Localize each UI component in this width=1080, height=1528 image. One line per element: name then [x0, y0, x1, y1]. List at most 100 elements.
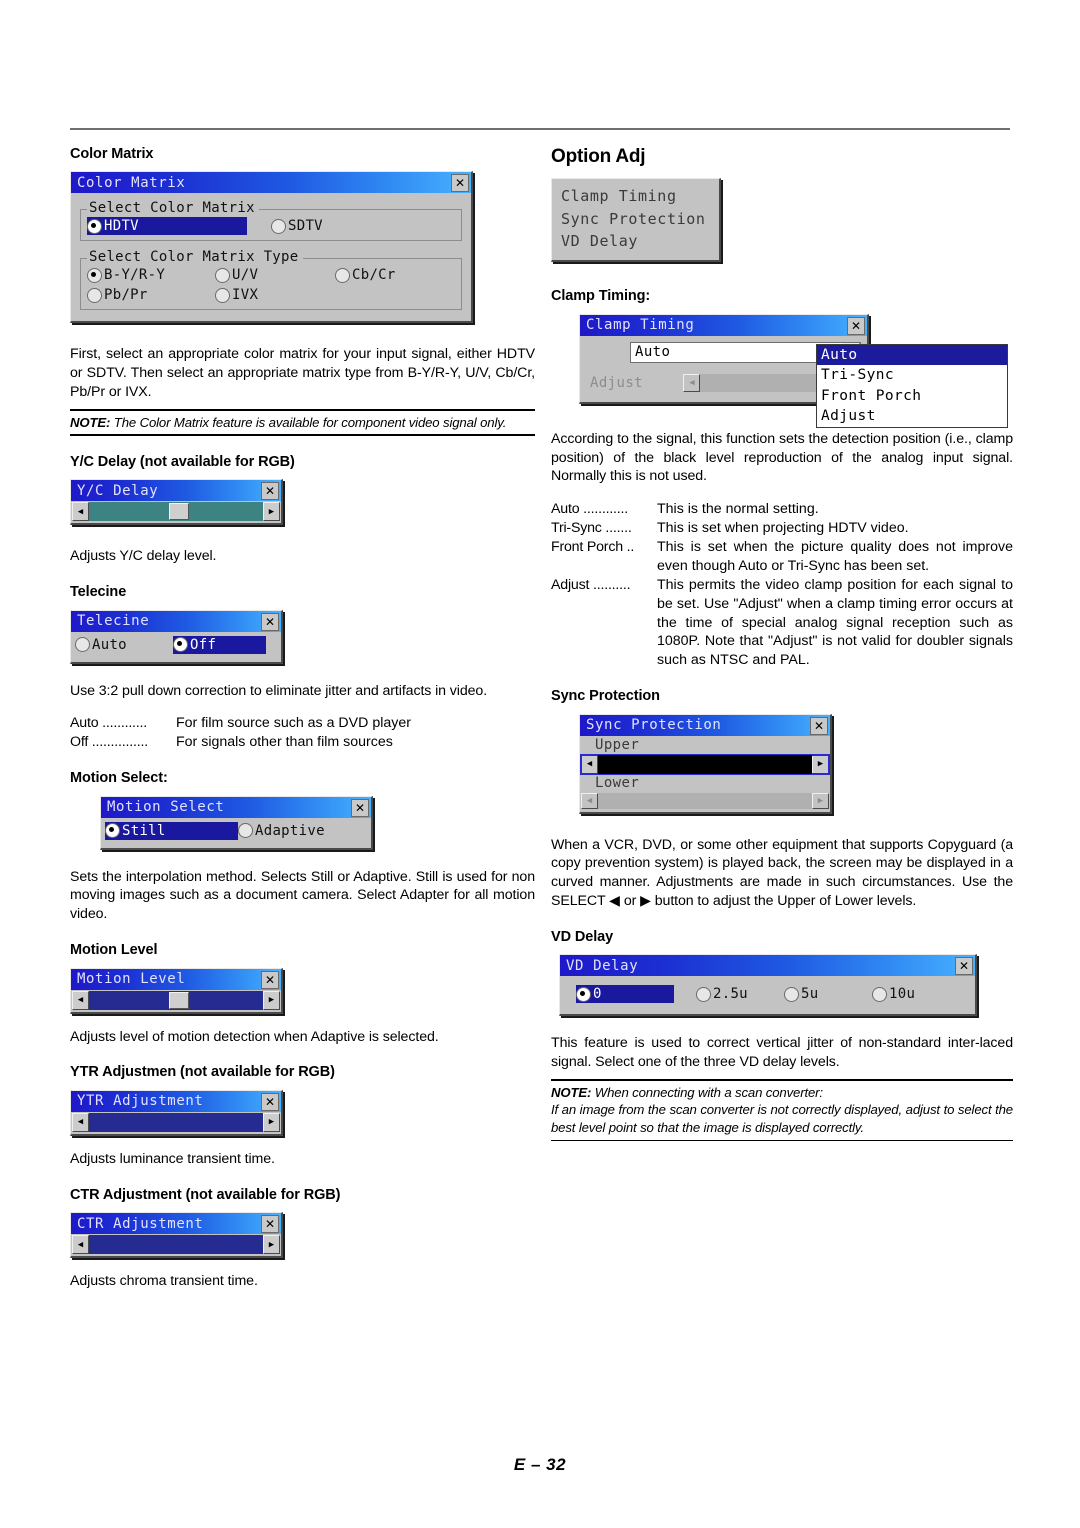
- dialog-titlebar: Color Matrix ✕: [71, 172, 471, 194]
- slider-ytr[interactable]: ◀ ▶: [72, 1112, 280, 1132]
- group-legend: Select Color Matrix Type: [87, 249, 303, 266]
- arrow-right-icon[interactable]: ▶: [263, 1235, 280, 1255]
- radio-label: 5u: [801, 986, 819, 1003]
- close-icon[interactable]: ✕: [351, 798, 369, 817]
- dialog-motion-level: Motion Level ✕ ◀ ▶: [70, 967, 283, 1014]
- radio-hdtv[interactable]: HDTV: [87, 217, 247, 236]
- definition-row: Tri-Sync ....... This is set when projec…: [551, 519, 1013, 538]
- label-upper: Upper: [595, 736, 640, 753]
- close-icon[interactable]: ✕: [451, 174, 469, 193]
- dropdown-option-auto[interactable]: Auto: [817, 344, 1007, 366]
- slider-track[interactable]: [89, 1112, 263, 1132]
- slider-track[interactable]: [598, 792, 812, 809]
- definition-term: Front Porch ..: [551, 539, 635, 555]
- dialog-body: Auto Off: [71, 632, 281, 662]
- slider-thumb[interactable]: [169, 503, 190, 521]
- arrow-left-icon[interactable]: ◀: [72, 1235, 89, 1255]
- slider-track[interactable]: [89, 502, 263, 522]
- close-icon[interactable]: ✕: [261, 612, 279, 631]
- menu-item-sync-protection[interactable]: Sync Protection: [561, 208, 705, 231]
- clamp-timing-description: According to the signal, this function s…: [551, 430, 1013, 485]
- definition-desc: This is set when the picture quality doe…: [657, 539, 1013, 574]
- arrow-right-icon[interactable]: ▶: [263, 990, 280, 1010]
- dialog-titlebar: Sync Protection ✕: [580, 714, 830, 736]
- arrow-right-icon[interactable]: ▶: [812, 792, 829, 809]
- dialog-body: ◀ ▶: [71, 1112, 281, 1134]
- definition-row: Auto ............ This is the normal set…: [551, 500, 1013, 519]
- radio-sdtv[interactable]: SDTV: [271, 217, 327, 235]
- dialog-body: 0 2.5u 5u 10u: [560, 976, 975, 1014]
- radio-label: U/V: [232, 267, 259, 284]
- radio-pbpr[interactable]: Pb/Pr: [87, 286, 215, 304]
- arrow-right-icon[interactable]: ▶: [812, 754, 829, 774]
- radio-uv[interactable]: U/V: [215, 266, 335, 284]
- note-title: When connecting with a scan converter:: [591, 1084, 823, 1100]
- radio-off[interactable]: Off: [173, 635, 266, 654]
- radio-label: HDTV: [103, 217, 143, 236]
- definition-term: Tri-Sync .......: [551, 520, 632, 537]
- radio-label: 10u: [889, 986, 916, 1003]
- radio-10u[interactable]: 10u: [872, 985, 919, 1003]
- close-icon[interactable]: ✕: [261, 970, 279, 989]
- sync-protection-description: When a VCR, DVD, or some other equipment…: [551, 836, 1013, 910]
- section-heading-motion-level: Motion Level: [70, 942, 158, 959]
- definition-row: Adjust .......... This permits the video…: [551, 576, 1013, 670]
- radio-group-type-row2: Pb/Pr IVX: [87, 286, 455, 304]
- radio-dot-icon: [872, 986, 887, 1002]
- dropdown-clamp-timing-options[interactable]: Auto Tri-Sync Front Porch Adjust: [816, 343, 1008, 428]
- definition-desc: This permits the video clamp position fo…: [657, 576, 1013, 669]
- slider-thumb[interactable]: [169, 991, 190, 1009]
- dropdown-option-tri-sync[interactable]: Tri-Sync: [817, 365, 1007, 386]
- menu-item-clamp-timing[interactable]: Clamp Timing: [561, 185, 705, 208]
- dropdown-option-adjust[interactable]: Adjust: [817, 406, 1007, 427]
- radio-ivx[interactable]: IVX: [215, 286, 335, 304]
- menu-item-vd-delay[interactable]: VD Delay: [561, 230, 705, 253]
- dialog-body: ◀ ▶: [71, 1234, 281, 1256]
- page-number: E – 32: [513, 1455, 567, 1474]
- close-icon[interactable]: ✕: [955, 957, 973, 976]
- radio-2-5u[interactable]: 2.5u: [696, 985, 784, 1003]
- slider-track[interactable]: [89, 990, 263, 1010]
- slider-motion-level[interactable]: ◀ ▶: [72, 990, 280, 1010]
- close-icon[interactable]: ✕: [261, 1092, 279, 1111]
- dialog-body: Still Adaptive: [101, 818, 371, 848]
- dropdown-option-front-porch[interactable]: Front Porch: [817, 386, 1007, 407]
- radio-cbcr[interactable]: Cb/Cr: [335, 266, 400, 284]
- vd-delay-description: This feature is used to correct vertical…: [551, 1035, 1013, 1071]
- arrow-left-icon[interactable]: ◀: [72, 502, 89, 522]
- slider-ctr[interactable]: ◀ ▶: [72, 1235, 280, 1255]
- radio-0[interactable]: 0: [576, 985, 674, 1004]
- slider-yc-delay[interactable]: ◀ ▶: [72, 502, 280, 522]
- radio-adaptive[interactable]: Adaptive: [238, 822, 329, 840]
- radio-still[interactable]: Still: [105, 821, 238, 840]
- arrow-right-icon[interactable]: ▶: [263, 502, 280, 522]
- radio-5u[interactable]: 5u: [784, 985, 872, 1003]
- radio-group-vd-delay: 0 2.5u 5u 10u: [566, 985, 969, 1004]
- radio-dot-icon: [87, 267, 102, 283]
- radio-label: 2.5u: [713, 986, 748, 1003]
- arrow-left-icon[interactable]: ◀: [581, 792, 598, 809]
- telecine-description: Use 3:2 pull down correction to eliminat…: [70, 682, 488, 699]
- arrow-left-icon[interactable]: ◀: [72, 1112, 89, 1132]
- slider-upper[interactable]: ◀ ▶: [580, 753, 830, 775]
- arrow-left-icon[interactable]: ◀: [581, 754, 598, 774]
- close-icon[interactable]: ✕: [261, 1215, 279, 1234]
- radio-auto[interactable]: Auto: [75, 636, 173, 654]
- combo-value: Auto: [635, 343, 671, 360]
- close-icon[interactable]: ✕: [847, 316, 865, 335]
- arrow-left-icon[interactable]: ◀: [72, 990, 89, 1010]
- slider-track[interactable]: [598, 754, 812, 774]
- slider-track[interactable]: [89, 1235, 263, 1255]
- radio-by-ry[interactable]: B-Y/R-Y: [87, 266, 215, 284]
- definition-term: Auto ............: [70, 715, 148, 732]
- section-heading-telecine: Telecine: [70, 584, 127, 601]
- dialog-titlebar: CTR Adjustment ✕: [71, 1213, 281, 1235]
- radio-dot-icon: [87, 287, 102, 303]
- arrow-right-icon[interactable]: ▶: [263, 1112, 280, 1132]
- slider-lower[interactable]: ◀ ▶: [581, 792, 829, 809]
- close-icon[interactable]: ✕: [261, 482, 279, 501]
- dialog-title: Motion Level: [77, 971, 186, 988]
- color-matrix-description: First, select an appropriate color matri…: [70, 346, 535, 401]
- dialog-body: Select Color Matrix HDTV SDTV Select Col: [71, 193, 471, 321]
- close-icon[interactable]: ✕: [810, 716, 828, 735]
